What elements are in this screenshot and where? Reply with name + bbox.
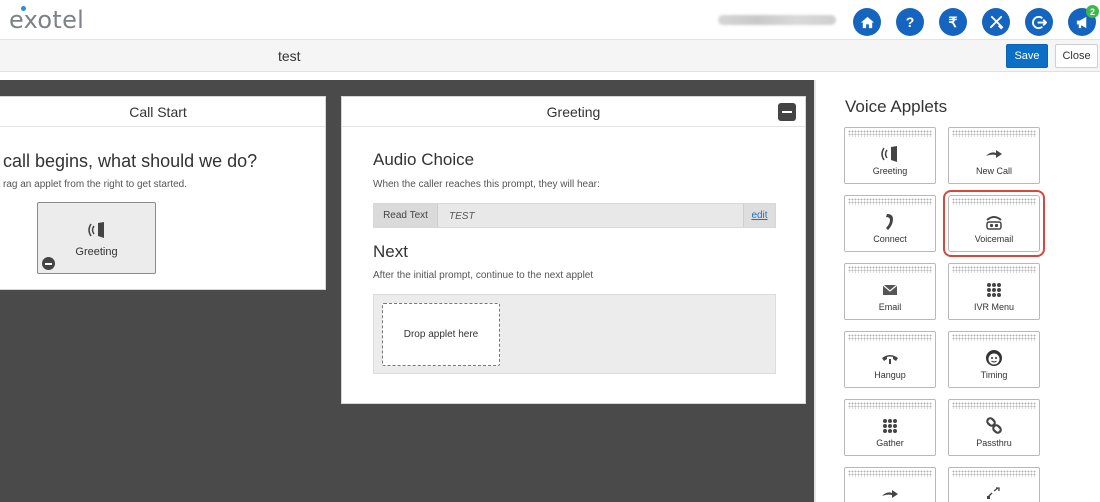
drag-grip	[952, 198, 1036, 205]
divider	[0, 72, 1100, 80]
edit-link[interactable]: edit	[743, 204, 775, 227]
top-header: exotel ? ₹ 2	[0, 0, 1100, 40]
remove-applet-icon[interactable]	[42, 257, 55, 270]
applet-tile-ivr-menu[interactable]: IVR Menu	[948, 263, 1040, 320]
greeting-icon	[38, 221, 155, 244]
drag-grip	[848, 334, 932, 341]
flow-title-bar: test Save Close	[0, 40, 1100, 72]
applet-tile-transfer[interactable]	[948, 467, 1040, 502]
call-start-title: Call Start	[0, 97, 325, 127]
applet-tile-timing[interactable]: Timing	[948, 331, 1040, 388]
exotel-logo[interactable]: exotel	[9, 6, 84, 34]
header-icon-bar: ? ₹ 2	[853, 5, 1099, 36]
tile-label: Timing	[980, 370, 1008, 380]
greeting-card-title: Greeting	[546, 103, 601, 120]
tile-label: Email	[878, 302, 902, 312]
drag-grip	[848, 470, 932, 477]
rupee-icon: ₹	[948, 13, 958, 30]
applet-tile-email[interactable]: Email	[844, 263, 936, 320]
flow-name[interactable]: test	[278, 48, 301, 64]
hangup-icon	[845, 349, 935, 367]
help-button[interactable]: ?	[896, 8, 924, 36]
greeting-card: Greeting Audio Choice When the caller re…	[341, 96, 806, 404]
close-button[interactable]: Close	[1055, 44, 1098, 68]
drag-grip	[952, 130, 1036, 137]
announcement-icon	[1076, 16, 1086, 28]
tile-label: Passthru	[976, 438, 1012, 448]
forward-icon	[845, 485, 935, 502]
help-icon: ?	[905, 14, 915, 30]
save-button[interactable]: Save	[1006, 44, 1048, 68]
read-text-row: Read Text TEST edit	[373, 203, 776, 228]
read-text-label: Read Text	[374, 204, 438, 227]
palette-title: Voice Applets	[845, 97, 948, 116]
tile-label: Connect	[873, 234, 907, 244]
drag-grip	[848, 402, 932, 409]
tools-button[interactable]	[982, 8, 1010, 36]
next-title: Next	[373, 242, 408, 261]
call-start-card: Call Start call begins, what should we d…	[0, 96, 326, 290]
next-drop-zone[interactable]: Drop applet here	[373, 294, 776, 374]
applet-tile-gather[interactable]: Gather	[844, 399, 936, 456]
billing-button[interactable]: ₹	[939, 8, 967, 36]
drag-grip	[952, 266, 1036, 273]
ivr-menu-icon	[949, 281, 1039, 299]
applet-tile-new-call[interactable]: New Call	[948, 127, 1040, 184]
tile-label: Hangup	[874, 370, 906, 380]
next-desc: After the initial prompt, continue to th…	[373, 270, 594, 281]
passthru-icon	[949, 417, 1039, 435]
home-button[interactable]	[853, 8, 881, 36]
applet-tile-connect[interactable]: Connect	[844, 195, 936, 252]
connect-icon	[845, 213, 935, 231]
home-icon	[860, 16, 874, 28]
timing-icon	[949, 349, 1039, 367]
tile-label: Voicemail	[974, 234, 1014, 244]
audio-choice-desc: When the caller reaches this prompt, the…	[373, 179, 600, 190]
greeting-icon	[845, 145, 935, 163]
tile-label: Greeting	[872, 166, 908, 176]
drag-grip	[952, 470, 1036, 477]
audio-choice-title: Audio Choice	[373, 150, 475, 169]
tile-label: IVR Menu	[973, 302, 1015, 312]
drag-grip	[952, 402, 1036, 409]
call-start-hint: rag an applet from the right to get star…	[3, 179, 187, 190]
tools-icon	[989, 15, 1003, 29]
greeting-card-header: Greeting	[342, 97, 805, 127]
drag-grip	[952, 334, 1036, 341]
read-text-value: TEST	[449, 211, 475, 222]
gather-icon	[845, 417, 935, 435]
user-name-redacted	[718, 15, 836, 25]
applet-tile-hangup[interactable]: Hangup	[844, 331, 936, 388]
drop-applet-target[interactable]: Drop applet here	[382, 303, 500, 366]
logo-dot	[21, 6, 26, 11]
announcements-button[interactable]: 2	[1068, 5, 1099, 36]
voicemail-icon	[949, 213, 1039, 231]
applet-tile-passthru[interactable]: Passthru	[948, 399, 1040, 456]
new-call-icon	[949, 145, 1039, 163]
logout-icon	[1031, 15, 1047, 29]
logout-button[interactable]	[1025, 8, 1053, 36]
applet-tile-greeting[interactable]: Greeting	[844, 127, 936, 184]
voice-applets-palette: Voice Applets Greeting New Call Connect …	[814, 80, 1100, 502]
applet-tile-voicemail[interactable]: Voicemail	[943, 190, 1045, 257]
drag-grip	[848, 198, 932, 205]
call-start-question: call begins, what should we do?	[3, 151, 258, 171]
notification-badge: 2	[1086, 5, 1099, 18]
tile-label: New Call	[975, 166, 1012, 176]
greeting-applet-label: Greeting	[75, 246, 118, 258]
tile-label: Gather	[876, 438, 904, 448]
greeting-applet-node[interactable]: Greeting	[37, 202, 156, 274]
logo-text: exotel	[9, 6, 85, 34]
email-icon	[845, 281, 935, 299]
transfer-icon	[949, 485, 1039, 502]
collapse-icon[interactable]	[778, 103, 796, 121]
drag-grip	[848, 130, 932, 137]
applet-tile-forward[interactable]	[844, 467, 936, 502]
drag-grip	[848, 266, 932, 273]
